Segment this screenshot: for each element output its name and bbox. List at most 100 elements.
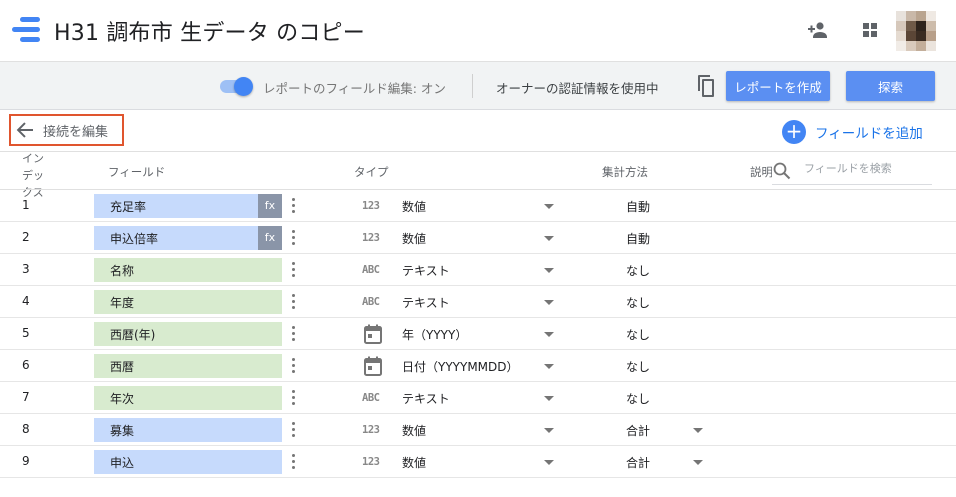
chevron-down-icon[interactable] — [693, 428, 703, 433]
table-row[interactable]: 7 年次 ABC テキスト なし — [0, 382, 956, 414]
account-avatar[interactable] — [896, 11, 936, 51]
column-header-description: 説明 — [750, 165, 772, 179]
aggregation-value[interactable]: 合計 — [626, 454, 650, 471]
field-chip[interactable]: 西暦 — [94, 354, 282, 378]
type-select[interactable]: 数値 — [402, 230, 426, 247]
number-type-icon: 123 — [362, 200, 380, 212]
field-chip[interactable]: 名称 — [94, 258, 282, 282]
more-vert-icon[interactable] — [292, 198, 296, 214]
table-row[interactable]: 6 西暦 日付（YYYYMMDD） なし — [0, 350, 956, 382]
column-header-type: タイプ — [354, 165, 389, 179]
row-index: 9 — [22, 454, 30, 468]
table-row[interactable]: 9 申込 123 数値 合計 — [0, 446, 956, 478]
chevron-down-icon[interactable] — [544, 300, 554, 305]
toolbar-divider — [472, 74, 473, 98]
column-header-aggregation: 集計方法 — [602, 165, 648, 179]
field-name: 西暦 — [110, 360, 135, 374]
field-name: 名称 — [110, 264, 135, 278]
field-name: 西暦(年) — [110, 328, 156, 342]
arrow-back-icon — [16, 122, 33, 138]
type-select[interactable]: 日付（YYYYMMDD） — [402, 358, 519, 375]
add-person-icon[interactable] — [806, 18, 830, 42]
chevron-down-icon[interactable] — [544, 460, 554, 465]
row-index: 1 — [22, 198, 30, 212]
text-type-icon: ABC — [362, 264, 380, 276]
edit-connection-button[interactable]: 接続を編集 — [9, 114, 124, 146]
chevron-down-icon[interactable] — [544, 268, 554, 273]
search-input[interactable] — [804, 162, 928, 175]
aggregation-value: 自動 — [626, 200, 651, 214]
aggregation-value[interactable]: 合計 — [626, 422, 650, 439]
aggregation-value: なし — [626, 328, 651, 342]
field-chip[interactable]: 募集 — [94, 418, 282, 442]
chevron-down-icon[interactable] — [693, 460, 703, 465]
table-row[interactable]: 2 申込倍率 fx 123 数値 自動 — [0, 222, 956, 254]
type-select[interactable]: 数値 — [402, 454, 426, 471]
type-select[interactable]: テキスト — [402, 262, 450, 279]
field-chip[interactable]: 申込 — [94, 450, 282, 474]
field-chip[interactable]: 充足率 fx — [94, 194, 282, 218]
formula-badge[interactable]: fx — [258, 194, 282, 218]
table-row[interactable]: 8 募集 123 数値 合計 — [0, 414, 956, 446]
chevron-down-icon[interactable] — [544, 428, 554, 433]
more-vert-icon[interactable] — [292, 422, 296, 438]
type-select[interactable]: 数値 — [402, 422, 426, 439]
add-field-button[interactable]: + フィールドを追加 — [782, 120, 923, 144]
row-index: 5 — [22, 326, 30, 340]
field-edit-label: レポートのフィールド編集: オン — [263, 81, 446, 96]
aggregation-value: なし — [626, 296, 651, 310]
calendar-icon — [364, 324, 382, 344]
row-index: 6 — [22, 358, 30, 372]
add-field-label: フィールドを追加 — [815, 126, 923, 142]
more-vert-icon[interactable] — [292, 390, 296, 406]
formula-badge[interactable]: fx — [258, 226, 282, 250]
search-icon — [773, 162, 791, 180]
field-chip[interactable]: 年次 — [94, 386, 282, 410]
add-circle-icon: + — [782, 120, 806, 144]
field-chip[interactable]: 西暦(年) — [94, 322, 282, 346]
more-vert-icon[interactable] — [292, 358, 296, 374]
type-select[interactable]: 年（YYYY） — [402, 326, 467, 343]
chevron-down-icon[interactable] — [544, 364, 554, 369]
apps-grid-icon[interactable] — [858, 18, 882, 42]
column-header-field: フィールド — [108, 165, 166, 179]
chevron-down-icon[interactable] — [544, 236, 554, 241]
aggregation-value: なし — [626, 360, 651, 374]
credentials-label[interactable]: オーナーの認証情報を使用中 — [496, 78, 659, 97]
row-index: 8 — [22, 422, 30, 436]
type-select[interactable]: テキスト — [402, 390, 450, 407]
more-vert-icon[interactable] — [292, 230, 296, 246]
copy-icon[interactable] — [695, 74, 717, 98]
chevron-down-icon[interactable] — [544, 396, 554, 401]
row-index: 7 — [22, 390, 30, 404]
field-name: 年次 — [110, 392, 135, 406]
field-chip[interactable]: 申込倍率 fx — [94, 226, 282, 250]
table-row[interactable]: 4 年度 ABC テキスト なし — [0, 286, 956, 318]
create-report-button[interactable]: レポートを作成 — [726, 71, 830, 101]
field-name: 申込 — [110, 456, 135, 470]
explore-button[interactable]: 探索 — [846, 71, 935, 101]
more-vert-icon[interactable] — [292, 326, 296, 342]
aggregation-value: 自動 — [626, 232, 651, 246]
more-vert-icon[interactable] — [292, 294, 296, 310]
chevron-down-icon[interactable] — [544, 204, 554, 209]
table-row[interactable]: 5 西暦(年) 年（YYYY） なし — [0, 318, 956, 350]
field-search — [772, 158, 932, 185]
type-select[interactable]: テキスト — [402, 294, 450, 311]
text-type-icon: ABC — [362, 296, 380, 308]
field-chip[interactable]: 年度 — [94, 290, 282, 314]
divider — [0, 151, 956, 152]
aggregation-value: なし — [626, 264, 651, 278]
more-vert-icon[interactable] — [292, 454, 296, 470]
number-type-icon: 123 — [362, 456, 380, 468]
aggregation-value: なし — [626, 392, 651, 406]
chevron-down-icon[interactable] — [544, 332, 554, 337]
table-row[interactable]: 3 名称 ABC テキスト なし — [0, 254, 956, 286]
page-title[interactable]: H31 調布市 生データ のコピー — [54, 15, 365, 47]
looker-studio-logo-icon[interactable] — [12, 17, 42, 43]
field-edit-toggle[interactable] — [218, 77, 254, 96]
type-select[interactable]: 数値 — [402, 198, 426, 215]
table-row[interactable]: 1 充足率 fx 123 数値 自動 — [0, 190, 956, 222]
more-vert-icon[interactable] — [292, 262, 296, 278]
field-name: 年度 — [110, 296, 135, 310]
